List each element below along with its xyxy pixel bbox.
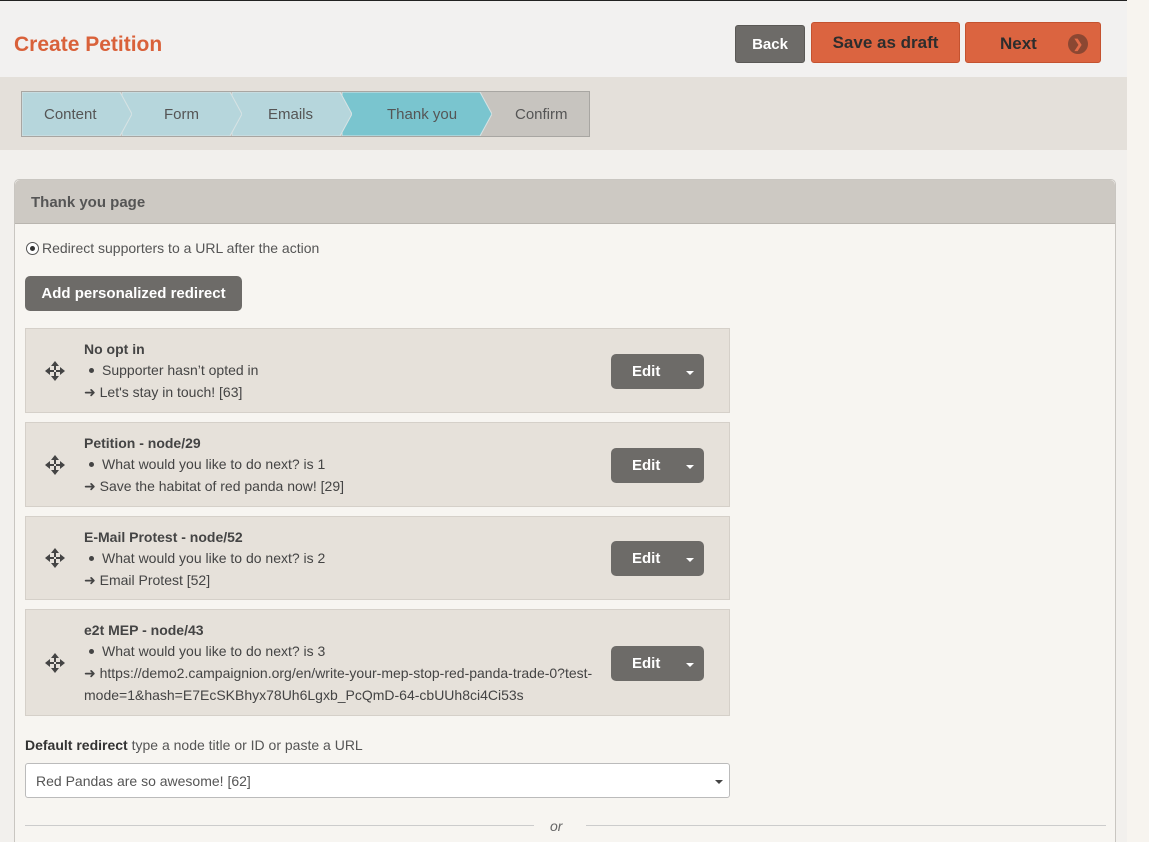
edit-dropdown-button[interactable]: Edit	[611, 646, 704, 681]
chevron-right-circle-icon: ❯	[1068, 34, 1088, 54]
page-right-margin	[1127, 0, 1149, 842]
drag-handle-icon[interactable]	[44, 652, 66, 674]
caret-down-icon[interactable]	[686, 371, 694, 375]
page-title: Create Petition	[14, 33, 163, 56]
caret-down-icon[interactable]	[686, 558, 694, 562]
next-button-label: Next	[1000, 34, 1037, 53]
rule-condition-text: What would you like to do next? is 1	[102, 456, 326, 472]
edit-label: Edit	[632, 363, 661, 380]
step-form[interactable]: Form	[122, 92, 242, 136]
bullet-icon	[89, 555, 94, 561]
page-header: Create Petition Back Save as draft Next …	[0, 1, 1127, 77]
or-text: or	[550, 818, 563, 834]
divider-line-left	[25, 825, 534, 826]
or-divider: or	[25, 817, 1106, 835]
bullet-icon	[89, 461, 94, 467]
wizard-steps: Content Form Emails Thank you Confirm	[21, 91, 590, 137]
caret-down-icon[interactable]	[686, 663, 694, 667]
step-confirm[interactable]: Confirm	[482, 92, 589, 136]
step-thank-you[interactable]: Thank you	[342, 92, 492, 136]
rule-target: ➜ Email Protest [52]	[84, 572, 211, 588]
default-redirect-label: Default redirect type a node title or ID…	[25, 737, 363, 753]
rule-condition-text: What would you like to do next? is 3	[102, 643, 326, 659]
rule-condition-text: What would you like to do next? is 2	[102, 550, 326, 566]
caret-down-icon[interactable]	[686, 465, 694, 469]
rule-title: e2t MEP - node/43	[84, 622, 204, 638]
edit-label: Edit	[632, 550, 661, 567]
redirect-radio-label: Redirect supporters to a URL after the a…	[42, 240, 320, 256]
redirect-rule[interactable]: No opt in Supporter hasn’t opted in ➜ Let'…	[25, 328, 730, 413]
default-redirect-hint: type a node title or ID or paste a URL	[131, 737, 363, 753]
panel-title: Thank you page	[15, 180, 1115, 224]
drag-handle-icon[interactable]	[44, 547, 66, 569]
step-emails[interactable]: Emails	[232, 92, 352, 136]
rule-title: Petition - node/29	[84, 435, 201, 451]
step-content[interactable]: Content	[22, 92, 132, 136]
back-button[interactable]: Back	[735, 25, 805, 63]
thank-you-panel: Thank you page Redirect supporters to a …	[14, 179, 1116, 842]
edit-dropdown-button[interactable]: Edit	[611, 448, 704, 483]
add-personalized-redirect-button[interactable]: Add personalized redirect	[25, 276, 242, 311]
rule-condition-text: Supporter hasn’t opted in	[102, 362, 259, 378]
step-label: Emails	[268, 105, 314, 123]
step-label: Content	[44, 105, 97, 123]
drag-handle-icon[interactable]	[44, 454, 66, 476]
bullet-icon	[89, 648, 94, 654]
edit-label: Edit	[632, 655, 661, 672]
step-label: Form	[164, 105, 199, 123]
default-redirect-select[interactable]: Red Pandas are so awesome! [62]	[25, 763, 730, 798]
redirect-radio[interactable]	[26, 241, 39, 255]
rule-condition: What would you like to do next? is 3	[84, 640, 325, 662]
step-label: Thank you	[387, 105, 458, 123]
edit-dropdown-button[interactable]: Edit	[611, 541, 704, 576]
next-button[interactable]: Next ❯	[965, 22, 1101, 63]
rule-target: ➜ Let's stay in touch! [63]	[84, 384, 243, 400]
rule-target: ➜ https://demo2.campaignion.org/en/write…	[84, 665, 593, 681]
redirect-option[interactable]: Redirect supporters to a URL after the a…	[26, 240, 319, 256]
edit-label: Edit	[632, 457, 661, 474]
step-label: Confirm	[515, 105, 568, 123]
default-redirect-title: Default redirect	[25, 737, 128, 753]
redirect-rule[interactable]: Petition - node/29 What would you like to…	[25, 422, 730, 507]
rule-title: E-Mail Protest - node/52	[84, 529, 243, 545]
rule-condition: What would you like to do next? is 1	[84, 453, 325, 475]
redirect-rule[interactable]: E-Mail Protest - node/52 What would you l…	[25, 516, 730, 600]
edit-dropdown-button[interactable]: Edit	[611, 354, 704, 389]
drag-handle-icon[interactable]	[44, 360, 66, 382]
rule-condition: Supporter hasn’t opted in	[84, 359, 258, 381]
caret-down-icon	[715, 780, 723, 784]
rule-condition: What would you like to do next? is 2	[84, 547, 325, 569]
rule-target: ➜ Save the habitat of red panda now! [29…	[84, 478, 345, 494]
wizard-steps-bar: Content Form Emails Thank you Confirm	[0, 77, 1127, 150]
default-redirect-value: Red Pandas are so awesome! [62]	[36, 773, 251, 789]
rule-target: mode=1&hash=E7EcSKBhyx78Uh6Lgxb_PcQmD-64…	[84, 687, 524, 703]
divider-line-right	[586, 825, 1106, 826]
save-as-draft-button[interactable]: Save as draft	[811, 22, 960, 63]
bullet-icon	[89, 367, 94, 373]
rule-title: No opt in	[84, 341, 145, 357]
redirect-rule[interactable]: e2t MEP - node/43 What would you like to …	[25, 609, 730, 716]
